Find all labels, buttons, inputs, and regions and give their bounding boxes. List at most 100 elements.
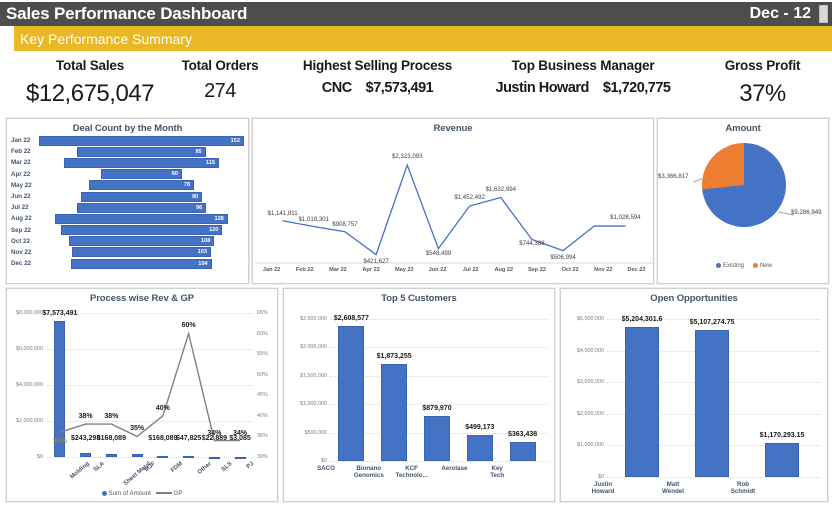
axis-tick-label: Nov 22	[594, 267, 613, 273]
bar[interactable]	[509, 442, 536, 461]
deal-count-bar[interactable]: 96	[76, 202, 207, 213]
revenue-point-label: $421,627	[363, 257, 389, 265]
month-label: Dec 22	[11, 260, 31, 268]
bar[interactable]	[695, 330, 729, 477]
month-label: Nov 22	[11, 248, 32, 256]
gp-value-label: 34%	[207, 429, 222, 437]
bar-value-label: $5,107,274.75	[689, 319, 735, 327]
kpi-total-orders: Total Orders 274	[160, 58, 280, 103]
month-label: Apr 22	[11, 170, 31, 178]
kpi-value-amount: $7,573,491	[365, 80, 434, 96]
bar[interactable]	[466, 435, 493, 461]
month-label: Sep 22	[11, 226, 31, 234]
bar-value-label: 96	[195, 204, 203, 211]
y-axis-tick-label: $0	[321, 458, 327, 464]
chart-revenue[interactable]: Revenue $1,141,811 $1,018,301 $908,757 $421…	[252, 118, 654, 284]
axis-tick-label: Jun 22	[428, 267, 447, 273]
kpi-highest-selling-process: Highest Selling Process CNC $7,573,491	[285, 58, 470, 96]
chart-title: Deal Count by the Month	[72, 123, 183, 134]
kpi-label: Total Sales	[55, 58, 125, 73]
kpi-value: 274	[204, 80, 236, 102]
bar-track: 103	[39, 247, 250, 258]
deal-count-row: Jan 22 152	[7, 135, 250, 146]
x-axis-category-label: Rob Schmidt	[730, 481, 756, 495]
bar-track: 152	[39, 135, 250, 146]
chart-open-opportunities[interactable]: Open Opportunities $0 $1,000,000 $2,000,00…	[560, 288, 828, 502]
pie-legend: Existing New	[658, 263, 830, 269]
kpi-value-row: CNC $7,573,491	[285, 80, 470, 96]
customers-plot-area: $0 $500,000 $1,000,000 $1,500,000 $2,000,000…	[284, 289, 556, 503]
month-label: Feb 22	[11, 148, 31, 156]
legend-label: Sum of Amount	[108, 490, 151, 497]
bar-value-label: 95	[195, 148, 202, 155]
y-axis-tick-label: $1,000,000	[577, 442, 604, 449]
deal-count-bar[interactable]: 104	[71, 258, 212, 269]
legend-label: GP	[173, 490, 183, 497]
kpi-value-row: 274	[160, 80, 280, 103]
kpi-value-row: $12,675,047	[10, 80, 170, 108]
bar-value-label: 90	[191, 193, 199, 200]
deal-count-bar[interactable]: 103	[72, 247, 211, 258]
pie-slices	[702, 143, 786, 227]
bar-track: 115	[39, 157, 250, 168]
y-axis-tick-label: $3,000,000	[577, 379, 604, 386]
legend-item-new[interactable]: New	[753, 263, 772, 269]
revenue-x-axis: Jan 22 Feb 22 Mar 22 Apr 22 May 22 Jun 22 Jul …	[255, 267, 653, 273]
bar[interactable]	[765, 443, 799, 477]
month-label: Oct 22	[11, 237, 30, 245]
key-performance-summary-bar: Key Performance Summary	[14, 26, 832, 51]
legend-item-sum-of-amount[interactable]: Sum of Amount	[101, 490, 151, 497]
deal-count-row: Aug 22 128	[7, 213, 250, 224]
bar-track: 120	[39, 225, 250, 236]
kpi-label: Top Business Manager	[511, 58, 655, 73]
bar-track: 90	[39, 191, 250, 202]
y-axis-tick-label: $5,000,000	[577, 316, 604, 322]
bar-track: 128	[39, 213, 250, 224]
revenue-point-label: $1,028,594	[610, 214, 641, 222]
x-axis-category-label: Justin Howard	[591, 481, 615, 495]
deal-count-bar[interactable]: 60	[101, 169, 182, 180]
deal-count-bar[interactable]: 95	[77, 146, 206, 157]
deal-count-bar[interactable]: 90	[80, 191, 203, 202]
bar[interactable]	[625, 327, 659, 477]
axis-tick-label: Mar 22	[329, 267, 347, 273]
period-slicer-handle[interactable]	[819, 5, 828, 23]
x-axis-category-label: Key Tech	[490, 465, 505, 479]
kpi-value: 37%	[739, 80, 786, 107]
process-plot-area: $0 $2,000,000 $4,000,000 $6,000,000 $8,000,0…	[7, 289, 279, 503]
legend-item-existing[interactable]: Existing	[715, 263, 744, 269]
deal-count-bar[interactable]: 78	[88, 180, 195, 191]
deal-count-bar[interactable]: 115	[63, 157, 220, 168]
bar-value-label: 152	[230, 137, 240, 144]
kpi-gross-profit: Gross Profit 37%	[700, 58, 825, 108]
bar[interactable]	[381, 364, 408, 461]
axis-tick-label: Jan 22	[262, 267, 281, 273]
y-axis-tick-label: $1,000,000	[300, 401, 327, 408]
deal-count-bar[interactable]: 152	[39, 135, 244, 146]
deal-count-bar[interactable]: 108	[68, 236, 215, 247]
chart-process-wise-rev-gp[interactable]: Process wise Rev & GP $0 $2,000,000 $4,000…	[6, 288, 278, 502]
y-axis-tick-label: $500,000	[304, 429, 327, 436]
axis-tick-label: Dec 22	[627, 267, 646, 273]
chart-deal-count-by-month[interactable]: Deal Count by the Month Jan 22 152 Feb 22 9…	[6, 118, 249, 284]
opportunities-plot-area: $0 $1,000,000 $2,000,000 $3,000,000 $4,000,0…	[561, 289, 829, 503]
month-label: Mar 22	[11, 159, 31, 167]
section-title: Key Performance Summary	[20, 30, 192, 47]
pie-label-new: $3,366,817	[658, 173, 689, 180]
bar[interactable]	[338, 326, 365, 461]
deal-count-bar[interactable]: 128	[55, 213, 228, 224]
y-axis-tick-label: $2,000,000	[577, 410, 604, 417]
deal-count-bar[interactable]: 120	[60, 225, 223, 236]
chart-top-5-customers[interactable]: Top 5 Customers $0 $500,000 $1,000,000 $1,5…	[283, 288, 555, 502]
month-label: Jan 22	[11, 137, 31, 145]
bar-track: 96	[39, 202, 250, 213]
y-axis-tick-label: $4,000,000	[577, 347, 604, 354]
chart-amount-pie[interactable]: Amount $3,366,817 $9,286,949 Existing Ne…	[657, 118, 829, 284]
bar-value-label: $1,170,293.15	[759, 432, 805, 440]
bar[interactable]	[424, 415, 450, 461]
axis-tick-label: Jul 22	[462, 267, 479, 273]
kpi-value-row: Justin Howard $1,720,775	[472, 80, 694, 96]
kpi-value-name: Justin Howard	[495, 80, 590, 96]
legend-item-gp[interactable]: GP	[155, 490, 183, 497]
pie-plot-area: $3,366,817 $9,286,949	[658, 135, 830, 263]
